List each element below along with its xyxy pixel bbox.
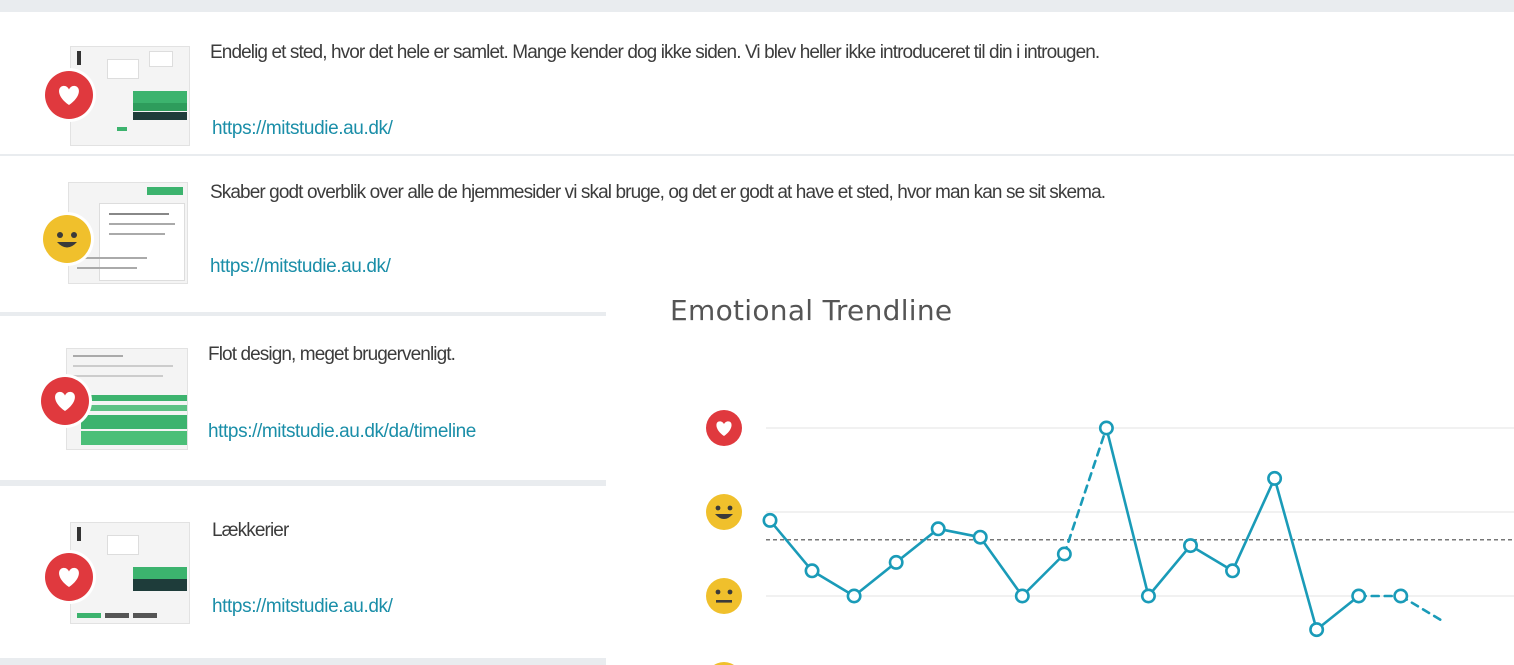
feedback-comment: Flot design, meget brugervenligt. — [208, 344, 456, 365]
data-point — [1182, 538, 1198, 554]
data-point — [846, 588, 862, 604]
heart-icon — [45, 553, 93, 601]
emotion-badge — [38, 374, 92, 428]
feedback-comment: Lækkerier — [212, 520, 289, 541]
feedback-card: Endelig et sted, hvor det hele er samlet… — [0, 12, 1514, 154]
feedback-url-link[interactable]: https://mitstudie.au.dk/ — [210, 256, 391, 278]
smiley-face-icon — [706, 494, 742, 530]
feedback-url-link[interactable]: https://mitstudie.au.dk/ — [212, 596, 393, 618]
data-point — [1351, 588, 1367, 604]
thumbnail-dark-block — [105, 613, 129, 618]
trend-line-segment — [1147, 544, 1192, 598]
thumbnail-green-block — [81, 431, 187, 445]
feedback-card: Lækkerier https://mitstudie.au.dk/ — [0, 486, 606, 658]
trend-line-segment — [1063, 426, 1108, 556]
thumbnail-green-block — [133, 91, 187, 103]
thumbnail-green-block — [133, 103, 187, 111]
data-point — [1225, 563, 1241, 579]
thumbnail-dark-block — [133, 112, 187, 120]
data-point — [888, 554, 904, 570]
trend-line-segment — [1273, 477, 1318, 631]
data-point — [762, 512, 778, 528]
feedback-url-link[interactable]: https://mitstudie.au.dk/ — [212, 118, 393, 140]
data-point — [1267, 470, 1283, 486]
thumbnail-green-block — [81, 395, 187, 401]
emotional-trendline-panel: Emotional Trendline — [606, 288, 1514, 665]
thumbnail-green-block — [133, 567, 187, 579]
data-point — [1014, 588, 1030, 604]
thumbnail-green-block — [147, 187, 183, 195]
thumbnail-dark-block — [133, 613, 157, 618]
thumbnail-green-block — [81, 415, 187, 429]
data-point — [804, 563, 820, 579]
data-point — [1098, 420, 1114, 436]
trend-line-segment — [978, 535, 1024, 598]
thumbnail-logo — [77, 527, 81, 541]
heart-icon — [45, 71, 93, 119]
trend-line-segment — [894, 527, 940, 564]
smiley-face-icon — [43, 215, 91, 263]
data-point — [930, 521, 946, 537]
data-point — [1140, 588, 1156, 604]
feedback-url-link[interactable]: https://mitstudie.au.dk/da/timeline — [208, 421, 476, 443]
feedback-card: Flot design, meget brugervenligt. https:… — [0, 316, 606, 480]
thumbnail-text-line — [109, 233, 165, 235]
thumbnail-panel — [149, 51, 173, 67]
thumbnail-text-line — [77, 267, 137, 269]
trend-line-segment — [852, 561, 898, 598]
trend-line-segment — [1231, 477, 1276, 573]
feedback-comment: Skaber godt overblik over alle de hjemme… — [210, 182, 1106, 203]
emotion-badge — [42, 550, 96, 604]
heart-icon — [41, 377, 89, 425]
thumbnail-text-line — [109, 213, 169, 215]
trend-line-segment — [1315, 594, 1361, 631]
emotion-badge — [40, 212, 94, 266]
thumbnail-text-line — [73, 365, 173, 367]
data-point — [1309, 622, 1325, 638]
feedback-comment: Endelig et sted, hvor det hele er samlet… — [210, 42, 1100, 63]
thumbnail-text-line — [73, 355, 123, 357]
emotion-badge — [42, 68, 96, 122]
trend-line-segment — [768, 519, 814, 573]
thumbnail-green-block — [77, 613, 101, 618]
data-point — [1393, 588, 1409, 604]
thumbnail-logo — [77, 51, 81, 65]
thumbnail-green-block — [81, 405, 187, 411]
data-point — [972, 529, 988, 545]
data-point — [1056, 546, 1072, 562]
thumbnail-panel — [107, 535, 139, 555]
neutral-face-icon — [706, 578, 742, 614]
thumbnail-text-line — [109, 223, 175, 225]
heart-icon — [706, 410, 742, 446]
trend-line-segment — [1020, 552, 1066, 598]
thumbnail-panel — [107, 59, 139, 79]
thumbnail-dark-block — [133, 579, 187, 591]
emotional-trendline-chart — [706, 410, 1514, 665]
thumbnail-green-block — [117, 127, 127, 131]
